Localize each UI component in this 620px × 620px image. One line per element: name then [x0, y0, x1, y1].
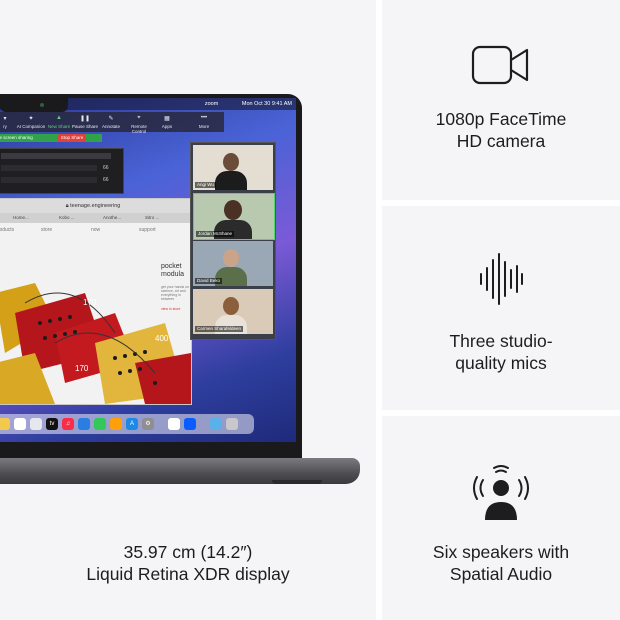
- browser-url: teenage.engineering: [70, 203, 121, 209]
- browser-tab-bar: Home... Kobo ... Anothe... Sitro ...: [0, 213, 191, 223]
- participant-tile-active[interactable]: Jordan McShane: [193, 193, 275, 240]
- window-row: [1, 165, 97, 171]
- downloads-folder-icon[interactable]: [210, 418, 222, 430]
- numbers-app-icon[interactable]: [94, 418, 106, 430]
- laptop-screen: zoom Mon Oct 30 9:41 AM ▾ ry ✦ AI Compan…: [0, 98, 296, 442]
- pocket-modular-heading: pocket modula: [161, 263, 184, 279]
- window-count: 66: [103, 177, 109, 183]
- zoom-app-icon[interactable]: [184, 418, 196, 430]
- caption-line: Spatial Audio: [449, 564, 553, 584]
- caption-line: Liquid Retina XDR display: [86, 564, 290, 584]
- spatial-audio-icon: [473, 465, 529, 520]
- nav-link-support[interactable]: support: [139, 227, 156, 233]
- caption-line: HD camera: [456, 131, 546, 151]
- camera-caption: 1080p FaceTime HD camera: [382, 108, 620, 152]
- toolbar-item-ai-companion[interactable]: AI Companion: [16, 124, 46, 129]
- window-row: [1, 177, 97, 183]
- screen-sharing-banner: re screen sharing: [0, 134, 102, 142]
- pages-app-icon[interactable]: [110, 418, 122, 430]
- macbook-illustration: zoom Mon Oct 30 9:41 AM ▾ ry ✦ AI Compan…: [0, 0, 376, 500]
- synth-label: 170: [83, 298, 97, 307]
- view-in-store-link[interactable]: view in store: [161, 307, 180, 311]
- stop-share-button[interactable]: Stop Share: [58, 134, 86, 142]
- trash-icon[interactable]: [226, 418, 238, 430]
- keynote-app-icon[interactable]: [78, 418, 90, 430]
- music-app-icon[interactable]: ♫: [62, 418, 74, 430]
- lid-opening-notch: [272, 480, 322, 484]
- browser-tab[interactable]: Home...: [13, 213, 29, 223]
- camera-feature-panel: 1080p FaceTime HD camera: [382, 0, 620, 200]
- caption-line: Three studio-: [449, 331, 553, 351]
- participant-name: David Beko: [195, 278, 223, 284]
- heading-line: modula: [161, 271, 184, 278]
- synth-label: 170: [75, 364, 89, 373]
- display-feature-panel: zoom Mon Oct 30 9:41 AM ▾ ry ✦ AI Compan…: [0, 0, 376, 620]
- nav-link-now[interactable]: now: [91, 227, 100, 233]
- toolbar-item-remote-control[interactable]: Remote Control: [124, 124, 154, 134]
- caption-line: Six speakers with: [432, 542, 570, 562]
- caption-line: quality mics: [455, 353, 547, 373]
- slack-app-icon[interactable]: [168, 418, 180, 430]
- waveform-icon: [480, 253, 523, 305]
- toolbar-item-more[interactable]: More: [189, 124, 219, 129]
- participant-tile[interactable]: Angi Wu: [193, 145, 273, 190]
- participant-name: Jordan McShane: [196, 231, 235, 237]
- synth-label: 400: [155, 334, 169, 343]
- more-icon: •••: [200, 115, 208, 121]
- toolbar-item-annotate[interactable]: Annotate: [96, 124, 126, 129]
- nav-link-products[interactable]: products: [0, 227, 14, 233]
- browser-window: 🔒︎ teenage.engineering Home... Kobo ... …: [0, 198, 192, 405]
- zoom-share-toolbar: ▾ ry ✦ AI Companion ▲ New Share ❚❚ Pause…: [0, 112, 184, 134]
- tv-app-icon[interactable]: tv: [46, 418, 58, 430]
- zoom-toolbar-more: ••• More: [184, 112, 224, 132]
- notes-app-icon[interactable]: [0, 418, 10, 430]
- webpage-content: products store now support: [0, 223, 191, 404]
- calendar-app-icon[interactable]: [14, 418, 26, 430]
- heading-line: pocket: [161, 263, 182, 270]
- mics-caption: Three studio- quality mics: [382, 330, 620, 374]
- participant-avatar: [223, 249, 239, 267]
- zoom-video-gallery: Angi Wu Jordan McShane David Beko Carmen…: [190, 142, 276, 340]
- participant-avatar: [224, 200, 242, 220]
- caption-line: 35.97 cm (14.2″): [123, 542, 253, 562]
- mics-feature-panel: Three studio- quality mics: [382, 206, 620, 410]
- video-camera-icon: [471, 45, 529, 85]
- settings-app-icon[interactable]: ⚙: [142, 418, 154, 430]
- pen-icon: ✎: [108, 116, 114, 122]
- participant-avatar: [223, 153, 239, 171]
- browser-address-bar[interactable]: 🔒︎ teenage.engineering: [0, 199, 191, 213]
- display-caption: 35.97 cm (14.2″) Liquid Retina XDR displ…: [0, 541, 376, 585]
- participant-tile[interactable]: David Beko: [193, 241, 273, 286]
- window-count: 66: [103, 165, 109, 171]
- speakers-caption: Six speakers with Spatial Audio: [382, 541, 620, 585]
- toolbar-item-apps[interactable]: Apps: [152, 124, 182, 129]
- apps-icon: ▦: [164, 116, 170, 122]
- browser-tab[interactable]: Anothe...: [103, 213, 121, 223]
- browser-tab[interactable]: Kobo ...: [59, 213, 75, 223]
- sparkle-icon: ✦: [28, 116, 34, 122]
- pocket-description: get your hands on science, art and every…: [161, 285, 190, 301]
- camera-notch: [0, 98, 68, 112]
- remote-control-icon: ⌖: [137, 115, 141, 121]
- caption-line: 1080p FaceTime: [435, 109, 567, 129]
- nav-link-store[interactable]: store: [41, 227, 52, 233]
- participant-avatar: [223, 297, 239, 315]
- menubar-clock: Mon Oct 30 9:41 AM: [241, 101, 292, 107]
- photos-app-icon[interactable]: [30, 418, 42, 430]
- participant-name: Carmen Sharafeldeen: [195, 326, 244, 332]
- app-store-icon[interactable]: A: [126, 418, 138, 430]
- background-window: 66 66: [0, 148, 124, 194]
- speakers-feature-panel: Six speakers with Spatial Audio: [382, 416, 620, 620]
- browser-tab[interactable]: Sitro ...: [145, 213, 159, 223]
- camera-lens: [40, 103, 44, 107]
- participant-body: [214, 220, 252, 239]
- participant-body: [215, 171, 247, 190]
- window-row: [1, 153, 111, 159]
- participant-tile[interactable]: Carmen Sharafeldeen: [193, 289, 273, 334]
- menubar-app-name: zoom: [204, 101, 219, 107]
- dock: tv ♫ A ⚙: [0, 414, 254, 434]
- participant-name: Angi Wu: [195, 182, 216, 188]
